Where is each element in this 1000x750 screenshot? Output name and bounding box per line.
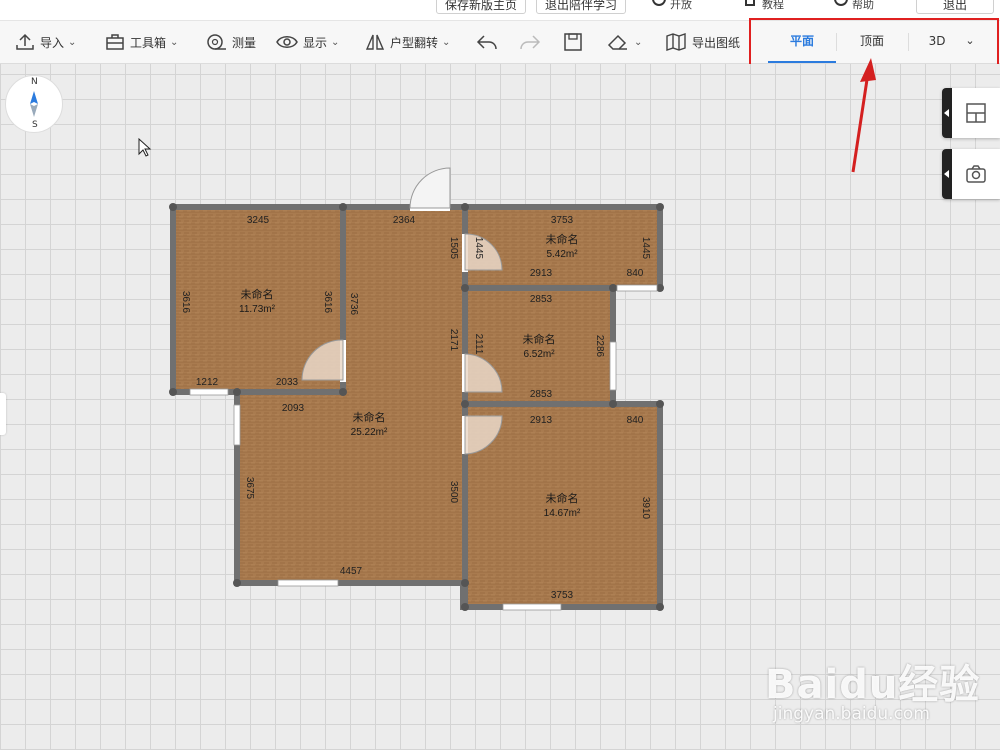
dimension-label: 2171 (448, 329, 459, 352)
camera-icon (966, 165, 986, 183)
room-floor[interactable] (345, 208, 465, 398)
room-name: 未命名 (353, 410, 386, 424)
room-area: 5.42m² (546, 249, 578, 260)
dimension-label: 2853 (530, 294, 553, 305)
dimension-label: 2853 (530, 389, 553, 400)
room-name: 未命名 (523, 332, 556, 346)
dimension-label: 2111 (473, 334, 484, 355)
dimension-label: 3500 (448, 481, 459, 504)
collapse-arrow-icon (942, 149, 952, 199)
dimension-label: 4457 (340, 566, 363, 577)
dimension-label: 1212 (196, 377, 219, 388)
dimension-label: 1445 (473, 237, 484, 260)
compass-south-label: S (32, 120, 38, 130)
floorplan-layer: 未命名 11.73m² 未命名 25.22m² 未命名 5.42m² 未命名 6… (169, 58, 876, 611)
dimension-label: 1505 (448, 237, 459, 260)
dimension-label: 2913 (530, 415, 553, 426)
room-floor[interactable] (237, 395, 465, 580)
dimension-label: 3616 (322, 291, 333, 314)
dimension-label: 2033 (276, 377, 299, 388)
dimension-label: 3910 (640, 497, 651, 520)
layout-grid-icon (966, 103, 986, 123)
room-area: 11.73m² (239, 304, 276, 315)
dimension-label: 2364 (393, 215, 416, 226)
mouse-cursor-icon (138, 138, 152, 157)
dimension-label: 3753 (551, 215, 574, 226)
dimension-label: 3753 (551, 590, 574, 601)
room-area: 14.67m² (544, 508, 581, 519)
dimension-label: 2286 (594, 335, 605, 358)
annotation-arrow (851, 58, 876, 173)
dimension-label: 3616 (180, 291, 191, 314)
room-name: 未命名 (241, 287, 274, 301)
dimension-label: 3736 (348, 293, 359, 316)
dimension-label: 840 (627, 415, 644, 426)
dimension-label: 2913 (530, 268, 553, 279)
room-area: 25.22m² (351, 427, 388, 438)
dimension-label: 840 (627, 268, 644, 279)
baidu-watermark: Baidu经验 jingyan.baidu.com (765, 640, 995, 730)
floorplan-panel-button[interactable] (942, 88, 1000, 138)
compass[interactable]: N S (5, 75, 63, 133)
collapse-arrow-icon (942, 88, 952, 138)
dimension-label: 2093 (282, 403, 305, 414)
watermark-logo: Baidu经验 (765, 662, 981, 708)
room-name: 未命名 (546, 491, 579, 505)
room-area: 6.52m² (523, 349, 555, 360)
dimension-label: 3675 (244, 477, 255, 500)
left-panel-toggle[interactable] (0, 393, 6, 435)
dimension-label: 3245 (247, 215, 270, 226)
room-name: 未命名 (546, 232, 579, 246)
camera-panel-button[interactable] (942, 149, 1000, 199)
dimension-label: 1445 (640, 237, 651, 260)
watermark-url: jingyan.baidu.com (773, 704, 930, 724)
